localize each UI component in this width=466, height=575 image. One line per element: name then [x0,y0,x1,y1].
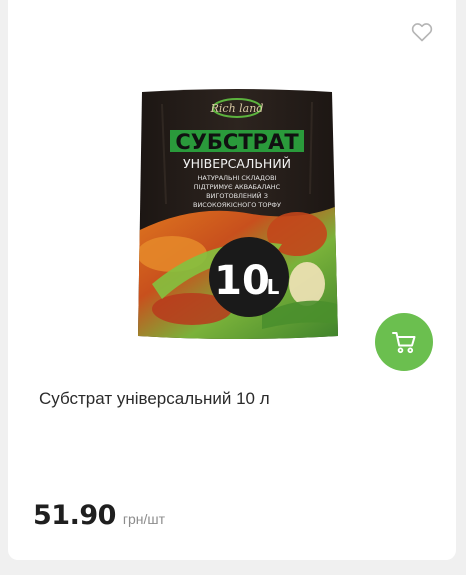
package-subtitle: УНІВЕРСАЛЬНИЙ [183,156,291,171]
shopping-cart-icon [392,332,416,354]
volume-unit: L [267,275,280,299]
package-line2: ПІДТРИМУЄ АКВАБАЛАНС [194,183,281,191]
price-row: 51.90 грн/шт [33,500,165,531]
price-value: 51.90 [33,500,116,531]
package-line1: НАТУРАЛЬНІ СКЛАДОВІ [198,174,277,182]
package-title: СУБСТРАТ [175,130,299,154]
add-to-cart-button[interactable] [375,313,433,371]
volume-number: 10 [214,258,270,304]
package-line4: ВИСОКОЯКІСНОГО ТОРФУ [193,201,281,209]
brand-logo: Rich land [210,102,264,115]
substrate-bag-image: Rich land СУБСТРАТ УНІВЕРСАЛЬНИЙ НАТУРАЛ… [138,89,338,339]
wishlist-button[interactable] [410,20,434,44]
product-image[interactable]: Rich land СУБСТРАТ УНІВЕРСАЛЬНИЙ НАТУРАЛ… [132,84,342,346]
package-line3: ВИГОТОВЛЕНИЙ З [206,191,268,200]
price-unit: грн/шт [122,511,166,527]
product-name-link[interactable]: Субстрат універсальний 10 л [39,387,419,411]
page-background [0,560,466,575]
heart-outline-icon [411,23,433,42]
product-card: Rich land СУБСТРАТ УНІВЕРСАЛЬНИЙ НАТУРАЛ… [8,0,456,560]
